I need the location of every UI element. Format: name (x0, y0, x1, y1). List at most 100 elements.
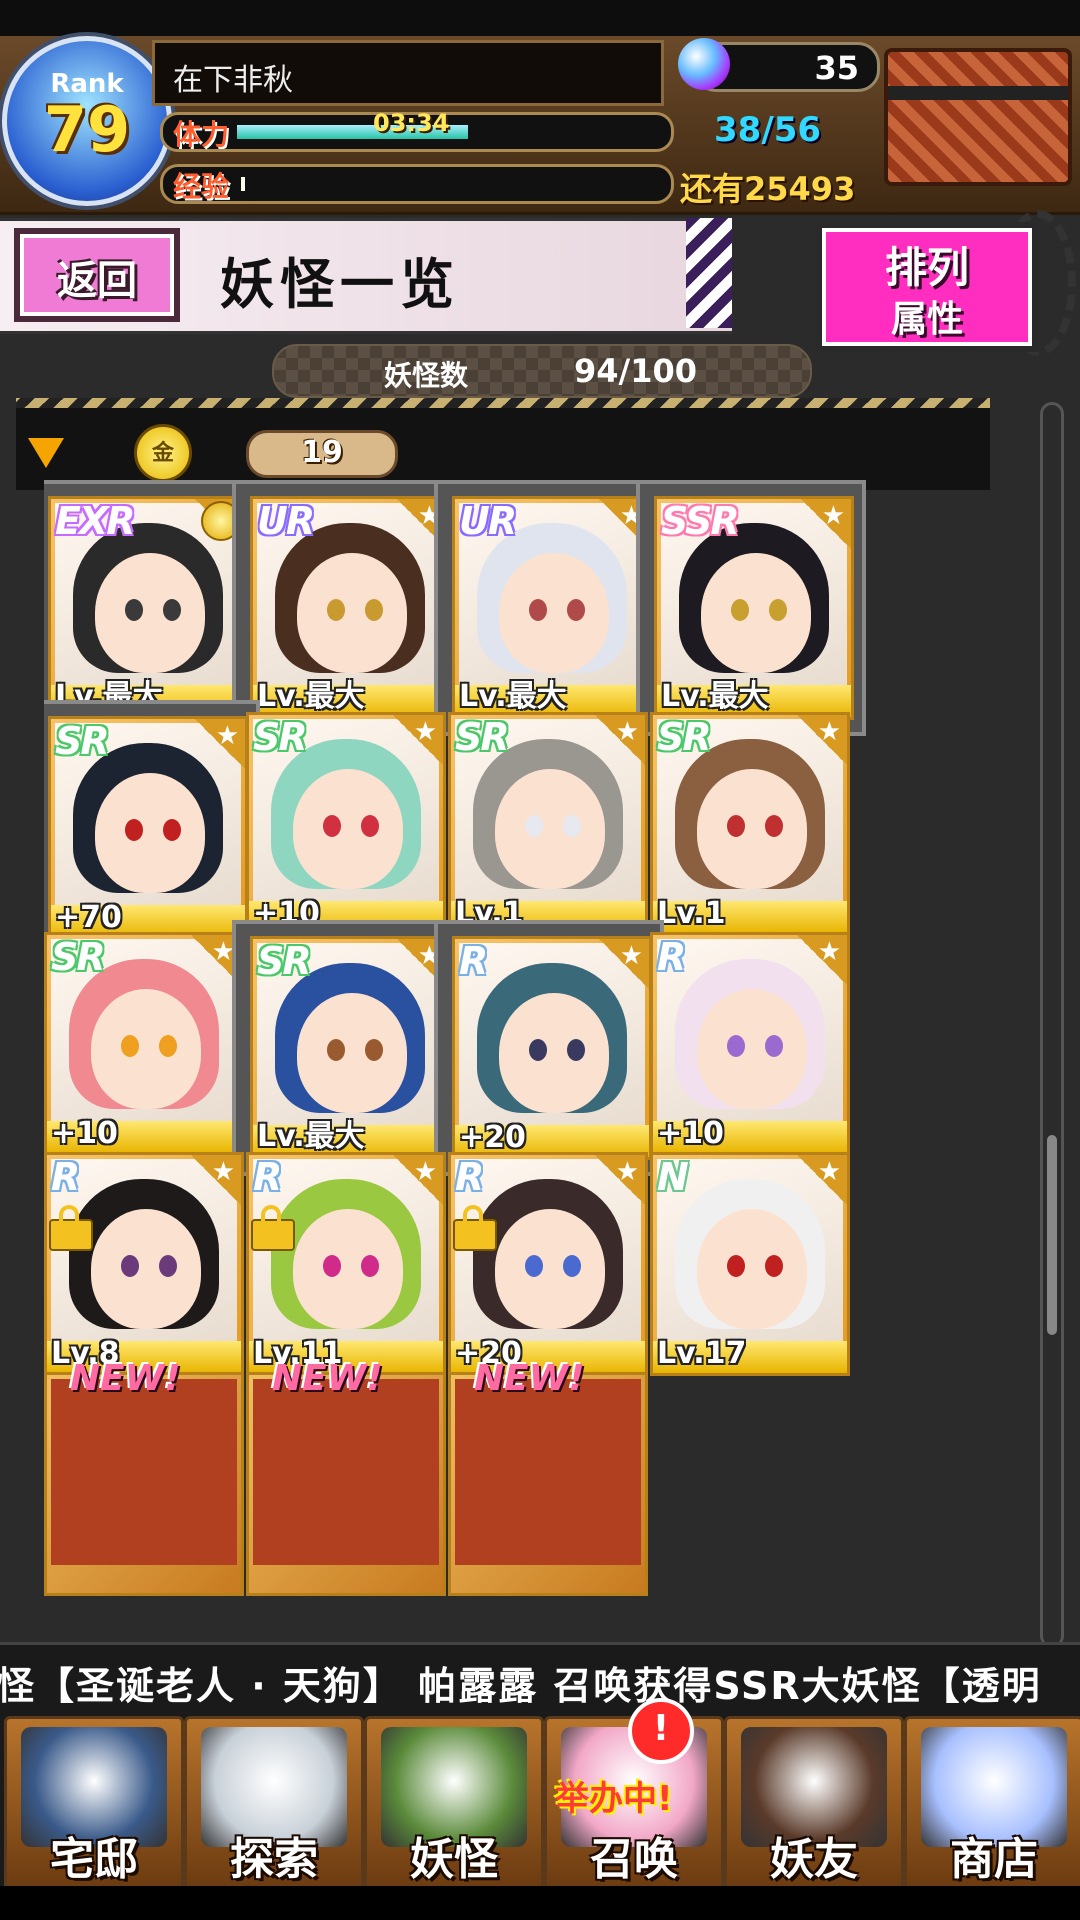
rarity-label: R (657, 935, 686, 979)
portrait-face (293, 769, 403, 889)
youkai-card[interactable]: ★ SR +10 (44, 920, 260, 1176)
portrait-face (495, 769, 605, 889)
youkai-card-new[interactable]: NEW! (44, 1358, 260, 1616)
youkai-card[interactable]: ★ R +10 (636, 920, 866, 1176)
portrait-eye (727, 1035, 745, 1057)
star-tab: ★ (801, 499, 851, 549)
portrait-eye (765, 1255, 783, 1277)
nav-friends-label: 妖友 (770, 1834, 858, 1885)
triangle-down-icon[interactable] (28, 438, 64, 468)
youkai-portrait (253, 1379, 439, 1565)
rarity-label: SR (657, 715, 712, 759)
youkai-card-face: ★ R +10 (650, 932, 850, 1156)
nav-friends-button[interactable]: 妖友 (724, 1716, 904, 1894)
rarity-label: R (51, 1155, 80, 1199)
player-name-box[interactable]: 在下非秋 (152, 40, 664, 106)
lock-icon (49, 1205, 93, 1251)
exp-remaining: 还有25493 (680, 170, 856, 208)
crystal-orb-icon (678, 38, 730, 90)
youkai-card-face: ★ SR Lv.1 (650, 712, 850, 936)
portrait-face (697, 1209, 807, 1329)
filter-count-box: 19 (246, 430, 398, 478)
ticker-text: 怪【圣诞老人 · 天狗】 帕露露 召唤获得SSR大妖怪【透明 (0, 1664, 1042, 1708)
gem-count: 35 (814, 49, 859, 87)
rarity-label: R (459, 939, 488, 983)
youkai-card[interactable]: ★ N Lv.17 (636, 1140, 866, 1396)
rank-badge[interactable]: Rank 79 (2, 36, 172, 206)
youkai-card[interactable]: ★ UR Lv.最大 (232, 480, 462, 736)
portrait-eye (563, 815, 581, 837)
youkai-card-face (448, 1372, 648, 1596)
back-button[interactable]: 返回 (14, 228, 180, 322)
rarity-label: N (657, 1155, 689, 1199)
portrait-eye (529, 1039, 547, 1061)
portrait-face (499, 993, 609, 1113)
portrait-face (499, 553, 609, 673)
scrollbar[interactable] (1040, 402, 1064, 1648)
stamina-count: 38/56 (714, 110, 822, 150)
portrait-eye (125, 819, 143, 841)
portrait-eye (121, 1035, 139, 1057)
new-badge: NEW! (474, 1358, 585, 1399)
youkai-card[interactable]: ★ SSR Lv.最大 (636, 480, 866, 736)
youkai-card-face (44, 1372, 244, 1596)
youkai-card-face: ★ UR Lv.最大 (250, 496, 450, 720)
youkai-card-new[interactable]: NEW! (434, 1358, 664, 1616)
youkai-card[interactable]: ★ SR +70 (44, 700, 260, 956)
youkai-card[interactable]: ★ SR +10 (232, 700, 462, 956)
nav-shop-button[interactable]: 商店 (904, 1716, 1080, 1894)
youkai-card-face: ★ R +20 (452, 936, 652, 1160)
scrollbar-thumb[interactable] (1047, 1135, 1057, 1335)
youkai-card-face: ★ SR +70 (48, 716, 248, 940)
rarity-label: R (455, 1155, 484, 1199)
rarity-label: UR (257, 499, 315, 543)
sort-button-value: 属性 (890, 299, 963, 340)
youkai-card-new[interactable]: NEW! (232, 1358, 462, 1616)
youkai-count-label: 妖怪数 (384, 359, 469, 392)
star-icon: ★ (821, 501, 845, 531)
nav-explore-button[interactable]: 探索 (184, 1716, 364, 1894)
sort-button[interactable]: 排列 属性 (816, 222, 1038, 352)
stamina-timer: 03:34 (373, 109, 450, 137)
youkai-card-face: ★EXRLv.最大 (48, 496, 248, 720)
portrait-eye (563, 1255, 581, 1277)
portrait-eye (769, 599, 787, 621)
status-bar (0, 0, 1080, 36)
youkai-card[interactable]: ★ SR Lv.1 (636, 700, 866, 956)
nav-bottom-edge (0, 1886, 1080, 1920)
nav-explore-label: 探索 (230, 1834, 318, 1885)
youkai-card[interactable]: ★ UR Lv.最大 (434, 480, 664, 736)
youkai-card-face: ★ SR +10 (246, 712, 446, 936)
rarity-label: R (253, 1155, 282, 1199)
star-icon: ★ (817, 937, 841, 967)
youkai-card[interactable]: ★ R +20 (434, 920, 664, 1176)
rarity-label: UR (459, 499, 517, 543)
portrait-eye (365, 1039, 383, 1061)
portrait-eye (323, 815, 341, 837)
youkai-card-face: ★ N Lv.17 (650, 1152, 850, 1376)
nav-summon-label: 召唤 (590, 1834, 678, 1885)
youkai-grid: ★EXRLv.最大★URLv.最大★URLv.最大★SSRLv.最大★SR+70… (44, 480, 1024, 1642)
rarity-label: SR (51, 935, 106, 979)
portrait-eye (125, 599, 143, 621)
gift-box-icon[interactable] (884, 48, 1072, 186)
star-icon: ★ (817, 717, 841, 747)
nav-mansion-button[interactable]: 宅邸 (4, 1716, 184, 1894)
youkai-card[interactable]: ★EXRLv.最大 (44, 480, 260, 736)
portrait-face (95, 553, 205, 673)
portrait-face (297, 993, 407, 1113)
portrait-eye (567, 1039, 585, 1061)
portrait-eye (327, 599, 345, 621)
back-button-label: 返回 (57, 258, 137, 304)
portrait-eye (731, 599, 749, 621)
nav-youkai-button[interactable]: 妖怪 (364, 1716, 544, 1894)
stamina-label: 体力 (173, 118, 230, 151)
youkai-card[interactable]: ★ SR Lv.最大 (232, 920, 462, 1176)
new-badge: NEW! (70, 1358, 181, 1399)
portrait-face (701, 553, 811, 673)
youkai-card[interactable]: ★ SR Lv.1 (434, 700, 664, 956)
portrait-eye (163, 599, 181, 621)
portrait-eye (159, 1035, 177, 1057)
exp-label: 经验 (173, 170, 230, 203)
exp-bar: 经验 (160, 164, 674, 204)
